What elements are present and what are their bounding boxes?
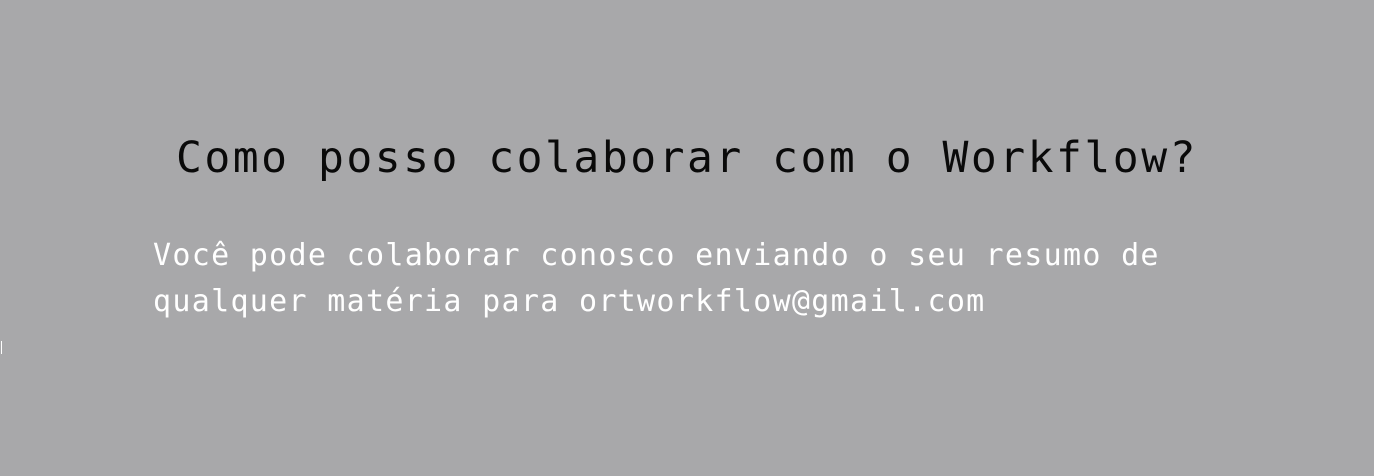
body-line-2: qualquer matéria para ortworkflow@gmail.… — [153, 284, 986, 319]
section-body: Você pode colaborar conosco enviando o s… — [153, 233, 1253, 325]
collaborate-section: Como posso colaborar com o Workflow? Voc… — [0, 0, 1374, 476]
body-line-1: Você pode colaborar conosco enviando o s… — [153, 238, 1160, 273]
edge-divider — [1, 341, 2, 354]
section-heading: Como posso colaborar com o Workflow? — [176, 133, 1198, 183]
